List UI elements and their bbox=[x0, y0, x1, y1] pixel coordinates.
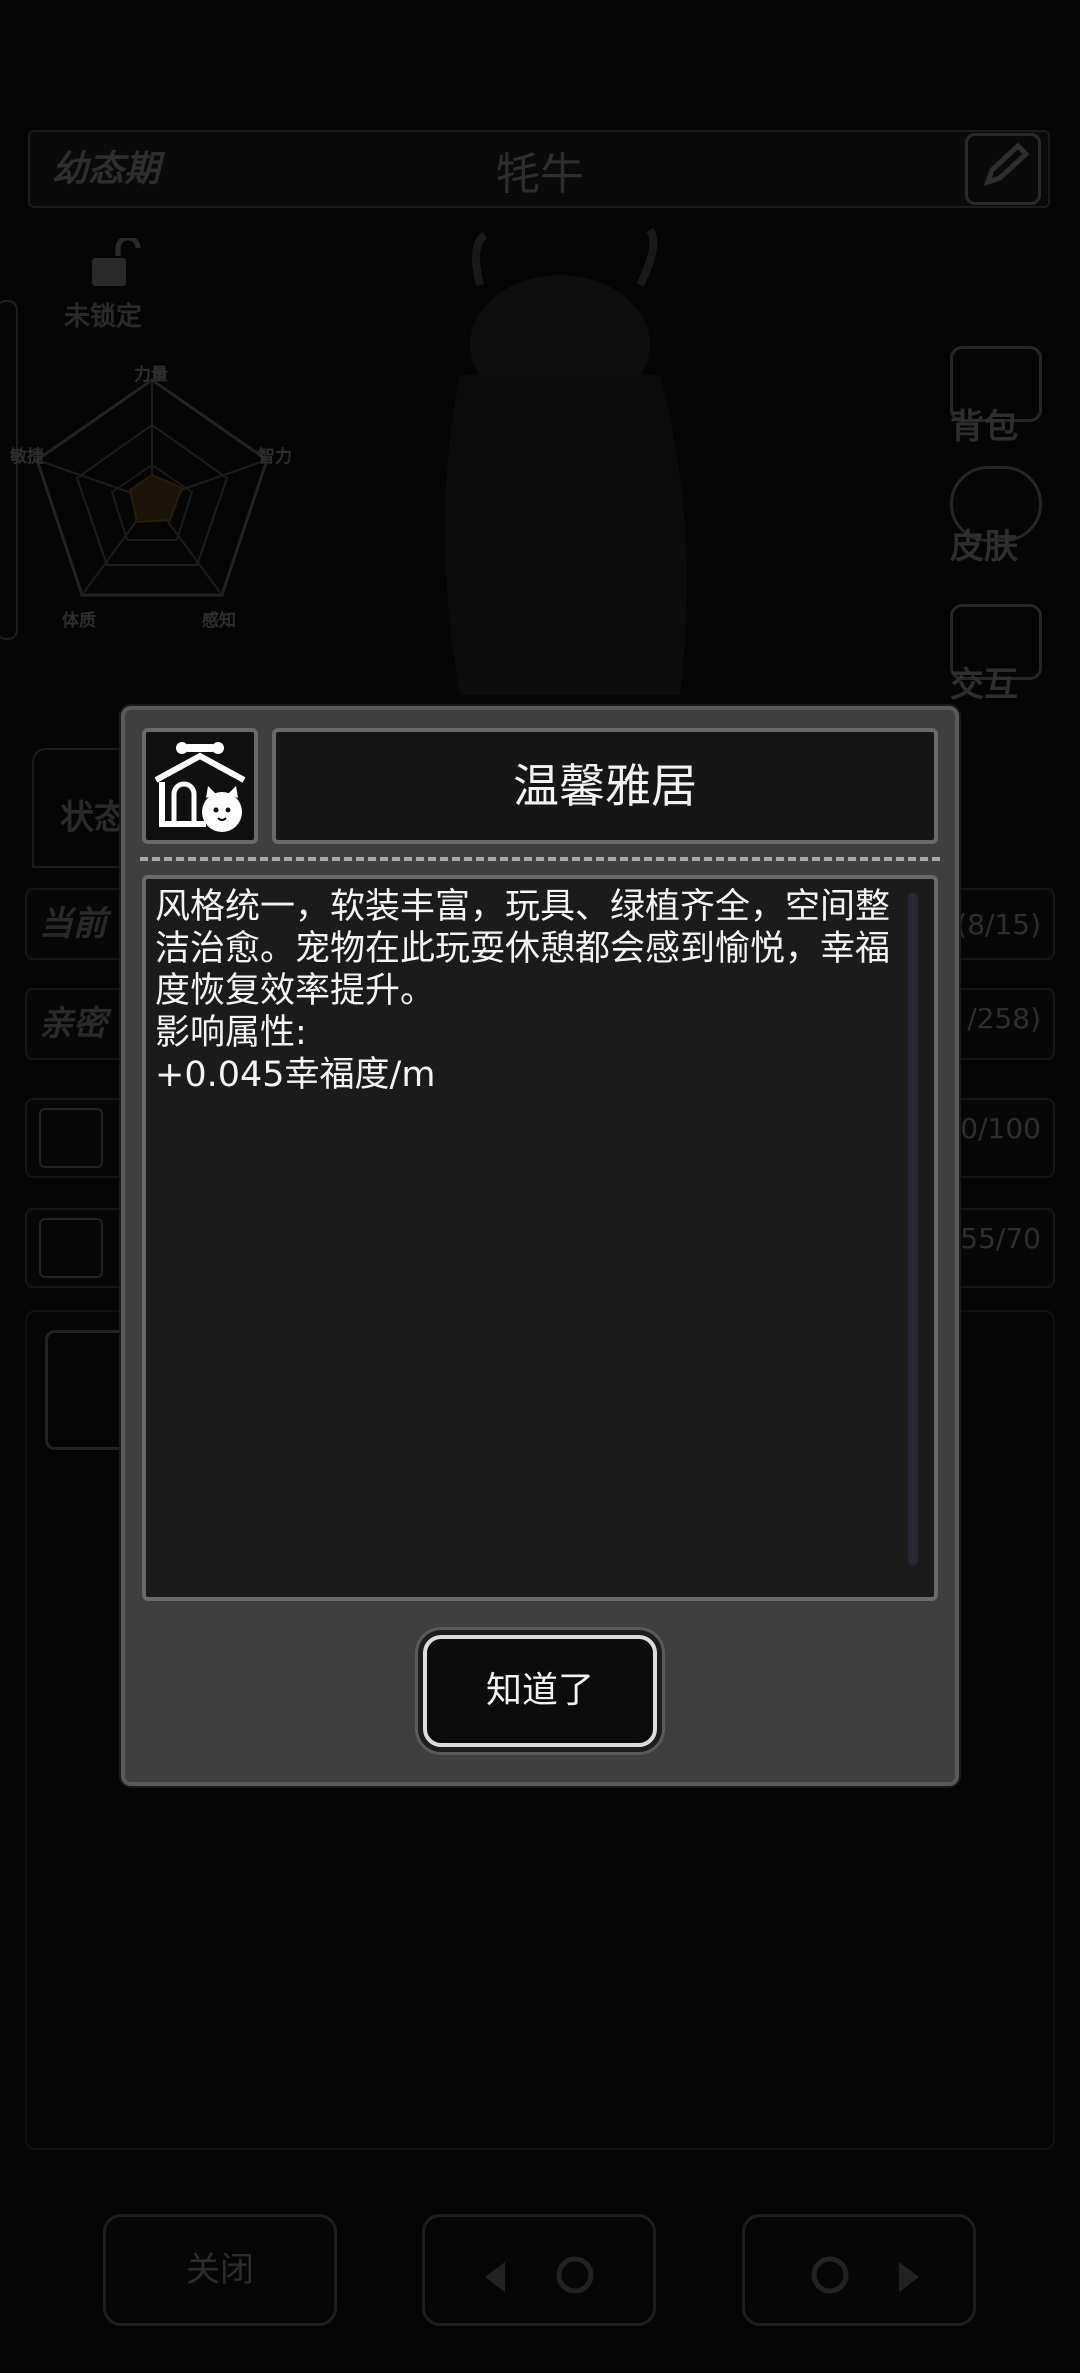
dialog-title: 温馨雅居 bbox=[513, 759, 697, 813]
dialog-scrollbar[interactable] bbox=[908, 893, 918, 1565]
previous-pet-button[interactable] bbox=[422, 2214, 656, 2326]
backpack-button[interactable]: 背包 bbox=[942, 342, 1046, 452]
unlock-icon[interactable] bbox=[88, 235, 142, 290]
radar-label-intelligence: 智力 bbox=[258, 447, 292, 467]
prev-pet-search-icon bbox=[485, 2256, 594, 2294]
radar-label-strength: 力量 bbox=[134, 365, 168, 385]
next-pet-search-icon bbox=[811, 2256, 919, 2294]
dialog-description: 风格统一，软装丰富，玩具、绿植齐全，空间整洁治愈。宠物在此玩耍休憩都会感到愉悦，… bbox=[155, 887, 891, 1095]
lock-status-label: 未锁定 bbox=[64, 302, 143, 332]
confirm-button[interactable]: 知道了 bbox=[423, 1635, 657, 1747]
dialog-divider bbox=[140, 857, 940, 861]
interact-button[interactable]: 交互 bbox=[942, 600, 1046, 710]
edit-icon bbox=[984, 142, 1030, 186]
radar-label-agility: 敏捷 bbox=[10, 447, 44, 467]
pet-house-icon bbox=[142, 728, 258, 844]
confirm-button-label: 知道了 bbox=[485, 1670, 594, 1711]
boot-icon bbox=[39, 1218, 103, 1278]
left-side-frame bbox=[0, 300, 18, 640]
attribute-radar-chart: 力量 智力 敏捷 体质 感知 bbox=[10, 350, 294, 640]
radar-label-perception: 感知 bbox=[202, 611, 236, 631]
pet-name: 牦牛 bbox=[496, 149, 584, 200]
close-button[interactable]: 关闭 bbox=[103, 2214, 337, 2326]
first-aid-icon bbox=[39, 1108, 103, 1168]
edit-name-button[interactable] bbox=[965, 133, 1041, 205]
tab-status-label: 状态 bbox=[60, 798, 128, 838]
yak-pet-image bbox=[320, 225, 720, 705]
skin-button[interactable]: 皮肤 bbox=[942, 462, 1046, 572]
radar-label-constitution: 体质 bbox=[62, 611, 96, 631]
next-pet-button[interactable] bbox=[742, 2214, 976, 2326]
